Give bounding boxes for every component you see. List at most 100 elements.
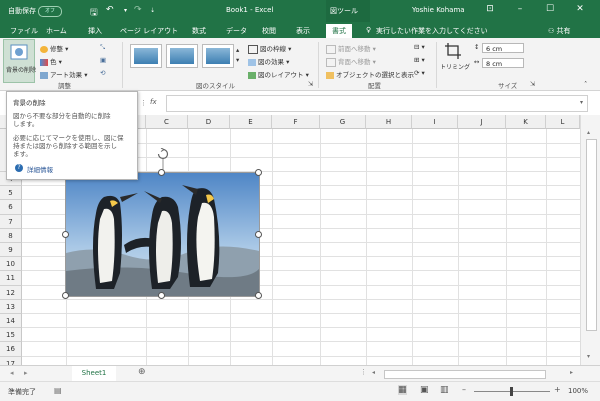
size-dialog-launcher-icon[interactable]: ⇲ bbox=[530, 80, 535, 88]
cancel-entry-icon[interactable]: ⋮ bbox=[140, 99, 147, 107]
scroll-left-icon[interactable]: ◂ bbox=[372, 369, 375, 376]
artistic-effects-button[interactable]: アート効果 ▾ bbox=[40, 69, 87, 79]
tell-me-input[interactable]: 実行したい作業を入力してください bbox=[376, 26, 488, 36]
column-header[interactable]: K bbox=[506, 115, 546, 129]
reset-picture-icon[interactable]: ⟲ bbox=[100, 69, 105, 77]
user-name[interactable]: Yoshie Kohama bbox=[412, 6, 465, 14]
row-header[interactable]: 17 bbox=[0, 356, 22, 365]
bring-forward-button[interactable]: 前面へ移動 ▾ bbox=[326, 43, 376, 54]
formula-input[interactable] bbox=[166, 95, 588, 112]
resize-handle-left[interactable] bbox=[62, 231, 69, 238]
minimize-icon[interactable]: – bbox=[510, 4, 530, 14]
resize-handle-bottom-right[interactable] bbox=[255, 292, 262, 299]
column-header[interactable]: D bbox=[188, 115, 230, 129]
crop-label[interactable]: トリミング bbox=[440, 62, 470, 71]
horizontal-scroll-thumb[interactable] bbox=[384, 370, 546, 379]
tab-insert[interactable]: 挿入 bbox=[88, 26, 102, 36]
row-header[interactable]: 6 bbox=[0, 200, 22, 215]
ribbon-display-icon[interactable]: ⊡ bbox=[480, 4, 500, 14]
page-break-view-icon[interactable]: ▥ bbox=[440, 385, 449, 395]
styles-scroll-down-icon[interactable]: ▾ bbox=[236, 56, 239, 64]
customize-qat-icon[interactable]: ⇣ bbox=[150, 7, 155, 14]
resize-handle-bottom[interactable] bbox=[158, 292, 165, 299]
penguins-picture[interactable] bbox=[65, 172, 260, 297]
send-backward-button[interactable]: 背面へ移動 ▾ bbox=[326, 56, 376, 67]
scroll-up-icon[interactable]: ▴ bbox=[587, 129, 590, 136]
resize-handle-right[interactable] bbox=[255, 231, 262, 238]
autosave-toggle[interactable]: オフ bbox=[38, 6, 62, 17]
picture-style-1[interactable] bbox=[130, 44, 162, 68]
align-icon[interactable]: ⊟ ▾ bbox=[414, 43, 425, 51]
row-header[interactable]: 5 bbox=[0, 186, 22, 201]
close-icon[interactable]: ✕ bbox=[570, 4, 590, 14]
corrections-button[interactable]: 修整 ▾ bbox=[40, 43, 68, 53]
dialog-launcher-icon[interactable]: ⇲ bbox=[308, 80, 313, 88]
resize-handle-bottom-left[interactable] bbox=[62, 292, 69, 299]
macro-record-icon[interactable]: ▤ bbox=[54, 386, 62, 395]
prev-sheet-icon[interactable]: ◂ bbox=[10, 369, 14, 377]
collapse-ribbon-icon[interactable]: ˄ bbox=[584, 80, 587, 88]
tab-format[interactable]: 書式 bbox=[326, 24, 352, 39]
column-header[interactable]: E bbox=[230, 115, 272, 129]
rotate-icon[interactable]: ⟳ ▾ bbox=[414, 69, 425, 77]
picture-border-button[interactable]: 図の枠線 ▾ bbox=[248, 43, 291, 54]
row-header[interactable]: 8 bbox=[0, 228, 22, 243]
group-icon[interactable]: ⊞ ▾ bbox=[414, 56, 425, 64]
scroll-right-icon[interactable]: ▸ bbox=[570, 369, 573, 376]
undo-icon[interactable]: ↶ bbox=[106, 5, 114, 15]
zoom-in-icon[interactable]: + bbox=[554, 385, 561, 394]
page-layout-view-icon[interactable]: ▣ bbox=[420, 385, 429, 395]
row-header[interactable]: 13 bbox=[0, 299, 22, 314]
undo-dropdown-icon[interactable]: ▾ bbox=[124, 7, 127, 14]
save-icon[interactable]: 🖫 bbox=[90, 5, 98, 21]
scroll-down-icon[interactable]: ▾ bbox=[587, 353, 590, 360]
row-header[interactable]: 10 bbox=[0, 257, 22, 272]
height-input[interactable]: 6 cm bbox=[482, 43, 524, 53]
color-button[interactable]: 色 ▾ bbox=[40, 56, 62, 66]
picture-style-3[interactable] bbox=[202, 44, 234, 68]
tab-view[interactable]: 表示 bbox=[296, 26, 310, 36]
crop-icon[interactable] bbox=[444, 42, 462, 60]
insert-function-icon[interactable]: fx bbox=[150, 98, 157, 106]
expand-formula-icon[interactable]: ▾ bbox=[580, 99, 583, 106]
tab-home[interactable]: ホーム bbox=[46, 26, 67, 36]
column-header[interactable]: G bbox=[320, 115, 366, 129]
tab-data[interactable]: データ bbox=[226, 26, 247, 36]
column-header[interactable]: I bbox=[412, 115, 458, 129]
zoom-slider-thumb[interactable] bbox=[510, 387, 513, 396]
redo-icon[interactable]: ↷ bbox=[134, 5, 142, 15]
picture-style-2[interactable] bbox=[166, 44, 198, 68]
column-header[interactable]: L bbox=[546, 115, 580, 129]
column-header[interactable]: F bbox=[272, 115, 320, 129]
column-header[interactable]: C bbox=[146, 115, 188, 129]
change-picture-icon[interactable]: ▣ bbox=[100, 56, 106, 64]
more-info-link[interactable]: 詳細情報 bbox=[27, 164, 53, 174]
row-header[interactable]: 9 bbox=[0, 243, 22, 258]
resize-handle-top-right[interactable] bbox=[255, 169, 262, 176]
maximize-icon[interactable]: ☐ bbox=[540, 4, 560, 14]
row-header[interactable]: 14 bbox=[0, 314, 22, 329]
next-sheet-icon[interactable]: ▸ bbox=[24, 369, 28, 377]
resize-handle-top[interactable] bbox=[158, 169, 165, 176]
remove-background-button[interactable]: 背景の削除 bbox=[3, 39, 36, 83]
scroll-thumb[interactable] bbox=[586, 139, 597, 331]
selection-pane-button[interactable]: オブジェクトの選択と表示 bbox=[326, 69, 414, 79]
tab-split-icon[interactable]: ⋮ bbox=[360, 368, 367, 376]
zoom-out-icon[interactable]: – bbox=[462, 385, 466, 394]
zoom-level[interactable]: 100% bbox=[568, 387, 588, 395]
row-header[interactable]: 11 bbox=[0, 271, 22, 286]
normal-view-icon[interactable]: ▦ bbox=[398, 385, 407, 395]
tab-review[interactable]: 校閲 bbox=[262, 26, 276, 36]
tab-file[interactable]: ファイル bbox=[10, 26, 38, 36]
row-header[interactable]: 12 bbox=[0, 285, 22, 300]
tab-page-layout[interactable]: ページ レイアウト bbox=[120, 26, 178, 36]
width-input[interactable]: 8 cm bbox=[482, 58, 524, 68]
column-header[interactable]: H bbox=[366, 115, 412, 129]
row-header[interactable]: 16 bbox=[0, 342, 22, 357]
picture-layout-button[interactable]: 図のレイアウト ▾ bbox=[248, 69, 309, 79]
share-button[interactable]: ⚇ 共有 bbox=[548, 26, 571, 36]
tab-formulas[interactable]: 数式 bbox=[192, 26, 206, 36]
styles-scroll-up-icon[interactable]: ▴ bbox=[236, 46, 239, 54]
row-header[interactable]: 7 bbox=[0, 214, 22, 229]
add-sheet-icon[interactable]: ⊕ bbox=[138, 367, 146, 377]
